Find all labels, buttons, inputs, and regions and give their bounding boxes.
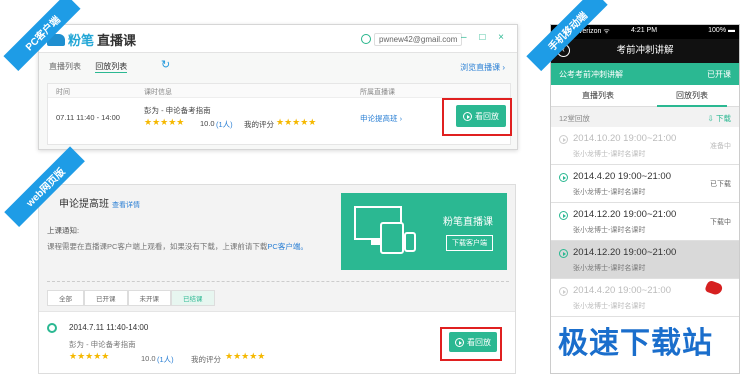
pc-titlebar: 粉笔 直播课 pwnew42@gmail.com – □ × bbox=[39, 25, 517, 53]
table-row: 07.11 11:40 - 14:00 彭为 - 申论备考指南 ★★★★★ 10… bbox=[48, 98, 510, 144]
pc-tabs: 直播列表 回放列表 bbox=[49, 61, 139, 73]
my-rating-label: 我的评分 bbox=[244, 120, 274, 129]
pc-logo: 粉笔 直播课 bbox=[47, 30, 136, 49]
table-header: 时间 课时信息 所属直播课 bbox=[48, 84, 510, 98]
filter-tabs: 全部 已开课 未开课 已结课 bbox=[47, 290, 215, 306]
course-title-text: 申论提高班 bbox=[59, 199, 109, 210]
rating-count: (1人) bbox=[216, 120, 233, 129]
notice-text: 课程需要在直播课PC客户端上观看，如果没有下载，上课前请下载PC客户端。 bbox=[47, 241, 308, 252]
highlight-box bbox=[440, 327, 502, 361]
clock: 4:21 PM bbox=[631, 27, 658, 34]
item-subtitle: 张小龙博士-课时名课时 bbox=[573, 303, 646, 310]
tab-all[interactable]: 全部 bbox=[47, 290, 84, 306]
rating-score: 10.0 bbox=[141, 354, 156, 363]
item-status: 下载中 bbox=[710, 219, 731, 226]
my-rating-label: 我的评分 bbox=[191, 355, 221, 364]
highlight-box bbox=[442, 98, 512, 136]
notice-body: 课程需要在直播课PC客户端上观看，如果没有下载，上课前请下载 bbox=[47, 242, 268, 251]
list-item[interactable]: 2014.12.20 19:00~21:00 张小龙博士-课时名课时 bbox=[551, 241, 739, 279]
download-all-button[interactable]: ⇩ 下载 bbox=[708, 113, 731, 124]
row-title: 彭为 - 申论备考指南 bbox=[144, 106, 211, 115]
screenshot-canvas: PC客户端 web网页版 手机移动端 粉笔 直播课 pwnew42@gmail.c… bbox=[0, 0, 750, 378]
play-icon bbox=[559, 135, 568, 144]
item-time: 2014.12.20 19:00~21:00 bbox=[573, 247, 677, 258]
row-time: 07.11 11:40 - 14:00 bbox=[56, 113, 120, 122]
item-time: 2014.4.20 19:00~21:00 bbox=[573, 171, 671, 182]
user-email: pwnew42@gmail.com bbox=[374, 33, 463, 46]
tab-replay-list[interactable]: 回放列表 bbox=[645, 85, 739, 107]
course-name: 公考考前冲刺讲解 bbox=[559, 70, 623, 79]
download-client-button[interactable]: 下载客户端 bbox=[446, 235, 493, 251]
my-rating-stars[interactable]: ★★★★★ bbox=[225, 351, 265, 362]
item-subtitle: 张小龙博士-课时名课时 bbox=[573, 189, 646, 196]
play-icon bbox=[559, 211, 568, 220]
item-time: 2014.4.20 19:00~21:00 bbox=[573, 285, 671, 296]
user-menu[interactable]: pwnew42@gmail.com bbox=[361, 33, 463, 46]
item-time: 2014.7.11 11:40-14:00 bbox=[69, 323, 149, 332]
window-controls[interactable]: – □ × bbox=[461, 32, 509, 43]
item-subtitle: 张小龙博士-课时名课时 bbox=[573, 227, 646, 234]
list-item[interactable]: 2014.10.20 19:00~21:00 张小龙博士-课时名课时 准备中 bbox=[551, 127, 739, 165]
replay-count-bar: 12堂回放 ⇩ 下载 bbox=[551, 107, 739, 127]
tab-ended[interactable]: 已结课 bbox=[171, 290, 215, 306]
play-icon bbox=[559, 249, 568, 258]
item-status: 准备中 bbox=[710, 143, 731, 150]
item-time: 2014.10.20 19:00~21:00 bbox=[573, 133, 677, 144]
pc-client-link[interactable]: PC客户端。 bbox=[267, 242, 307, 251]
course-bar: 公考考前冲刺讲解 已开课 bbox=[551, 63, 739, 85]
item-subtitle: 张小龙博士-课时名课时 bbox=[573, 151, 646, 158]
banner-title: 粉笔直播课 bbox=[443, 217, 493, 228]
list-item[interactable]: 2014.4.20 19:00~21:00 张小龙博士-课时名课时 已下载 bbox=[551, 165, 739, 203]
item-subtitle: 张小龙博士-课时名课时 bbox=[573, 265, 646, 272]
item-time: 2014.12.20 19:00~21:00 bbox=[573, 209, 677, 220]
tab-live-list[interactable]: 直播列表 bbox=[551, 85, 645, 106]
logo-text: 粉笔 bbox=[68, 33, 95, 48]
col-course: 所属直播课 bbox=[360, 89, 395, 96]
battery: 100% ▬ bbox=[708, 27, 735, 34]
col-info: 课时信息 bbox=[144, 89, 172, 96]
download-banner: 粉笔直播课 下载客户端 bbox=[341, 193, 507, 270]
mobile-tabs: 直播列表 回放列表 bbox=[551, 85, 739, 107]
refresh-icon[interactable]: ↻ bbox=[161, 58, 170, 71]
col-time: 时间 bbox=[56, 89, 70, 96]
user-icon bbox=[361, 34, 371, 44]
my-rating-stars[interactable]: ★★★★★ bbox=[276, 117, 316, 128]
course-status: 已开课 bbox=[707, 70, 731, 79]
nav-bar: ‹ 考前冲刺讲解 bbox=[551, 39, 739, 63]
tab-replay-list[interactable]: 回放列表 bbox=[95, 62, 128, 73]
nav-title: 考前冲刺讲解 bbox=[616, 45, 674, 56]
view-detail-link[interactable]: 查看详情 bbox=[112, 202, 140, 209]
list-item[interactable]: 2014.12.20 19:00~21:00 张小龙博士-课时名课时 下载中 bbox=[551, 203, 739, 241]
notice-title: 上课通知: bbox=[47, 226, 80, 235]
item-title: 彭为 - 申论备考指南 bbox=[69, 340, 136, 349]
rating-stars: ★★★★★ bbox=[69, 351, 110, 361]
devices-icon bbox=[354, 206, 416, 254]
item-status: 已下载 bbox=[710, 181, 731, 188]
tab-live-list[interactable]: 直播列表 bbox=[49, 62, 81, 71]
app-title: 直播课 bbox=[97, 33, 137, 48]
rating-count: (1人) bbox=[157, 355, 174, 364]
tab-started[interactable]: 已开课 bbox=[84, 290, 128, 306]
status-dot-icon bbox=[47, 323, 57, 333]
watermark: 极速下载站 bbox=[558, 327, 713, 360]
tab-not-started[interactable]: 未开课 bbox=[127, 290, 171, 306]
play-icon bbox=[559, 173, 568, 182]
rating-score: 10.0 bbox=[200, 119, 215, 128]
play-icon bbox=[559, 287, 568, 296]
browse-live-link[interactable]: 浏览直播课 › bbox=[460, 62, 505, 73]
course-title: 申论提高班 查看详情 bbox=[59, 195, 140, 210]
course-link[interactable]: 申论提高班 › bbox=[360, 113, 402, 124]
rating-stars: ★★★★★ bbox=[144, 117, 185, 127]
divider bbox=[47, 281, 509, 282]
replay-count: 12堂回放 bbox=[559, 114, 590, 123]
